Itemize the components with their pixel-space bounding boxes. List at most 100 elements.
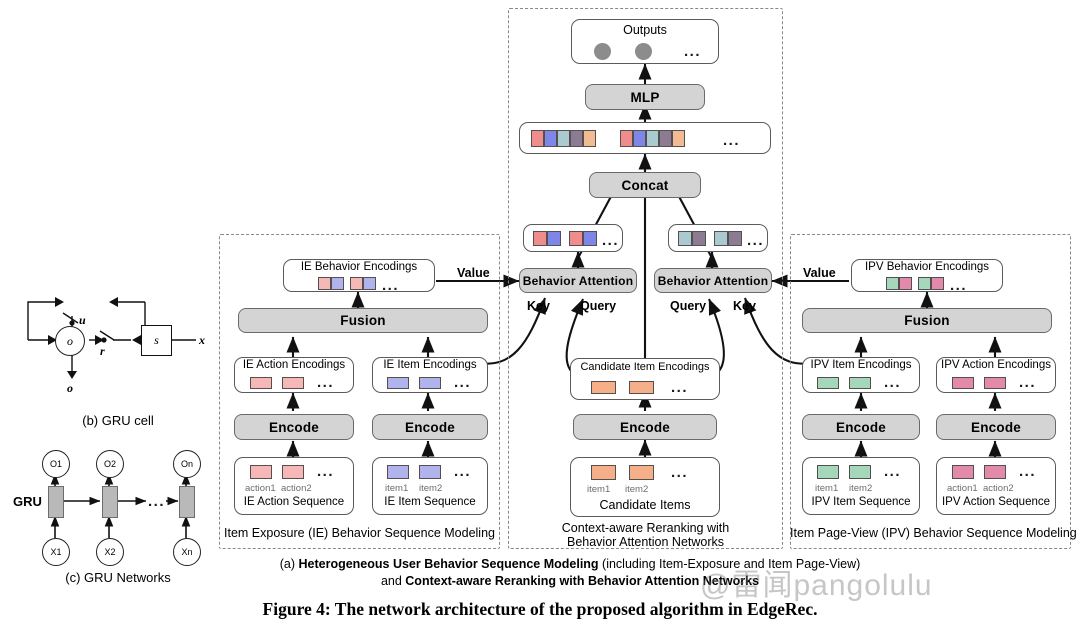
ipv-action-label: action2: [983, 483, 1014, 494]
left-attention-vector-group: [533, 231, 561, 246]
gru-cell-output-label: o: [67, 381, 73, 395]
ipv-behavior-encodings-box: IPV Behavior Encodings ...: [851, 259, 1003, 294]
ipv-action-sequence-cells: ...: [952, 464, 1036, 479]
gru-output-node: O2: [96, 450, 124, 478]
ipv-fusion-label: Fusion: [904, 313, 950, 328]
ipv-encode-right-label: Encode: [971, 419, 1021, 435]
ie-item-sequence-box: ... item1 item2 IE Item Sequence: [372, 457, 488, 515]
ie-behavior-encodings-box: IE Behavior Encodings ...: [283, 259, 435, 293]
ipv-fusion-block[interactable]: Fusion: [802, 308, 1052, 333]
left-panel-caption: Item Exposure (IE) Behavior Sequence Mod…: [224, 526, 495, 540]
candidate-item-encodings-box: Candidate Item Encodings ...: [570, 358, 720, 400]
outputs-label: Outputs: [623, 23, 667, 37]
right-attention-vector-group: [678, 231, 706, 246]
behavior-attention-left-label: Behavior Attention: [522, 273, 634, 288]
figure-canvas: Outputs ... MLP ... Concat ... ... Behav…: [0, 0, 1080, 628]
watermark: @雷闻pangolulu: [700, 569, 933, 602]
gru-cell-caption: (b) GRU cell: [82, 413, 154, 428]
ie-fusion-block[interactable]: Fusion: [238, 308, 488, 333]
ipv-action-encodings-title: IPV Action Encodings: [941, 359, 1051, 371]
center-encode-block[interactable]: Encode: [573, 414, 717, 440]
output-node: [635, 43, 652, 60]
gru-networks-ellipsis: ...: [148, 493, 166, 510]
ie-action-item-label: action1: [245, 483, 276, 494]
ie-behavior-encoding-group: [350, 277, 376, 290]
value-right-label: Value: [803, 266, 836, 280]
outputs-box: Outputs ...: [571, 19, 719, 64]
ipv-behavior-encodings-ellipsis: ...: [950, 277, 968, 294]
ipv-item-sequence-title: IPV Item Sequence: [811, 496, 911, 508]
ipv-item-label: item1: [815, 483, 839, 494]
value-left-label: Value: [457, 266, 490, 280]
left-attention-vector-group: [569, 231, 597, 246]
ie-item-encodings-box: IE Item Encodings ...: [372, 357, 488, 393]
gru-cell-r-label: r: [100, 344, 105, 358]
concat-block[interactable]: Concat: [589, 172, 701, 198]
gru-cell-o-node-label: o: [67, 333, 73, 348]
behavior-attention-right-block[interactable]: Behavior Attention: [654, 268, 772, 293]
ie-encode-left-label: Encode: [269, 419, 319, 435]
ie-encode-right-block[interactable]: Encode: [372, 414, 488, 440]
center-panel-caption-line1: Context-aware Reranking with: [561, 521, 730, 535]
subfigure-a-bold: Heterogeneous User Behavior Sequence Mod…: [298, 557, 599, 571]
concat-vectors-box: ...: [519, 122, 771, 154]
mlp-block[interactable]: MLP: [585, 84, 705, 110]
gru-output-label: O1: [49, 459, 62, 469]
candidate-items-box: ... item1 item2 Candidate Items: [570, 457, 720, 517]
ie-behavior-encodings-title: IE Behavior Encodings: [300, 261, 418, 273]
ipv-encode-left-block[interactable]: Encode: [802, 414, 920, 440]
ipv-action-sequence-title: IPV Action Sequence: [941, 496, 1051, 508]
ie-action-sequence-cells: ...: [250, 464, 334, 479]
concat-label: Concat: [621, 177, 669, 193]
ipv-item-encodings-ellipsis: ...: [884, 374, 902, 391]
ipv-item-encoding-cells: ...: [817, 375, 901, 390]
gru-cell-block: [179, 486, 195, 518]
ipv-item-sequence-ellipsis: ...: [884, 463, 902, 480]
ipv-item-sequence-box: ... item1 item2 IPV Item Sequence: [802, 457, 920, 515]
query-left-label: Query: [580, 299, 617, 313]
ie-action-encodings-title: IE Action Encodings: [242, 359, 346, 371]
ie-encode-right-label: Encode: [405, 419, 455, 435]
gru-input-node: X2: [96, 538, 124, 566]
outputs-ellipsis: ...: [684, 43, 702, 60]
ipv-action-encodings-box: IPV Action Encodings ...: [936, 357, 1056, 393]
ie-item-sequence-ellipsis: ...: [454, 463, 472, 480]
gru-cell-o-node: o: [55, 326, 85, 356]
figure-caption: Figure 4: The network architecture of th…: [262, 599, 818, 619]
ipv-encode-left-label: Encode: [836, 419, 886, 435]
outputs-nodes: ...: [594, 43, 701, 60]
behavior-attention-right-label: Behavior Attention: [657, 273, 769, 288]
ie-action-sequence-box: ... action1 action2 IE Action Sequence: [234, 457, 354, 515]
behavior-attention-left-block[interactable]: Behavior Attention: [519, 268, 637, 293]
ie-action-item-label: action2: [281, 483, 312, 494]
center-panel-caption: Context-aware Reranking with Behavior At…: [508, 521, 783, 549]
ie-item-label: item2: [419, 483, 443, 494]
ipv-action-sequence-ellipsis: ...: [1019, 463, 1037, 480]
key-left-label: Key: [527, 299, 550, 313]
candidate-item-encodings-title: Candidate Item Encodings: [580, 361, 710, 373]
ipv-behavior-encoding-group: [918, 277, 944, 290]
ipv-item-encodings-title: IPV Item Encodings: [810, 359, 912, 371]
concat-vector-group: [531, 130, 596, 147]
gru-networks-gru-label: GRU: [13, 494, 42, 509]
gru-cell-s-box: s: [141, 325, 172, 356]
gru-cell-block: [102, 486, 118, 518]
ie-item-sequence-cells: ...: [387, 464, 471, 479]
gru-input-label: Xn: [181, 547, 193, 557]
right-attention-vector-group: [714, 231, 742, 246]
gru-cell-u-label: u: [79, 313, 86, 327]
ie-item-label: item1: [385, 483, 409, 494]
gru-cell-x-label: x: [199, 333, 205, 347]
key-right-label: Key: [733, 299, 756, 313]
ipv-action-label: action1: [947, 483, 978, 494]
ie-item-encodings-ellipsis: ...: [454, 374, 472, 391]
mlp-label: MLP: [630, 89, 660, 105]
gru-output-label: On: [180, 459, 193, 469]
ie-encode-left-block[interactable]: Encode: [234, 414, 354, 440]
ie-item-sequence-title: IE Item Sequence: [384, 496, 476, 508]
gru-cell-block: [48, 486, 64, 518]
center-panel-caption-line2: Behavior Attention Networks: [566, 535, 725, 549]
gru-cell-s-label: s: [154, 333, 159, 347]
ipv-encode-right-block[interactable]: Encode: [936, 414, 1056, 440]
right-attention-output-ellipsis: ...: [747, 232, 765, 249]
